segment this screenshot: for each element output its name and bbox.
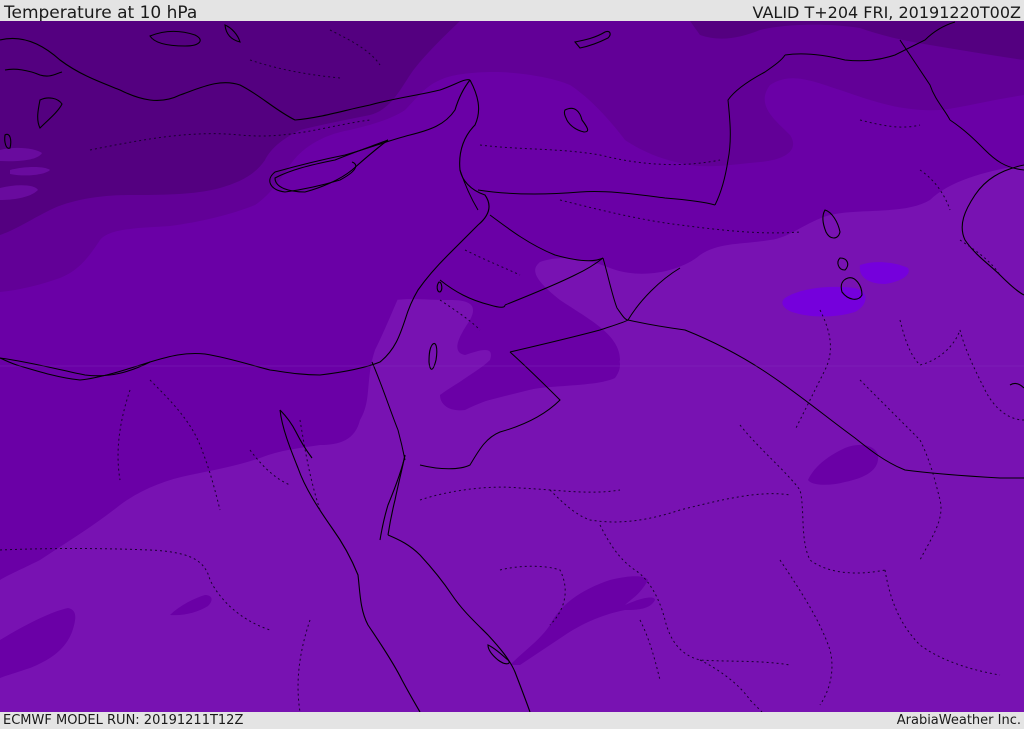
valid-time: VALID T+204 FRI, 20191220T00Z (752, 3, 1021, 22)
temperature-map-svg (0, 21, 1024, 712)
header-bar: Temperature at 10 hPa VALID T+204 FRI, 2… (0, 0, 1024, 23)
map-title: Temperature at 10 hPa (4, 3, 198, 23)
weather-map (0, 21, 1024, 712)
credit-label: ArabiaWeather Inc. (896, 713, 1021, 728)
footer-bar: ECMWF MODEL RUN: 20191211T12Z ArabiaWeat… (0, 712, 1024, 729)
model-run-label: ECMWF MODEL RUN: 20191211T12Z (3, 713, 244, 728)
